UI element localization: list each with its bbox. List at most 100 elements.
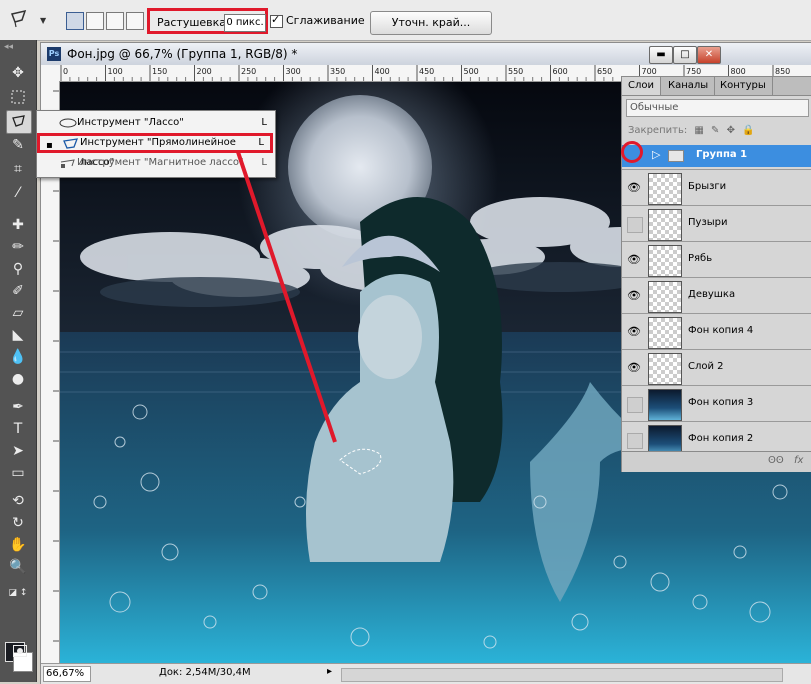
layer-row[interactable]: 👁 Рябь [622,241,811,278]
layer-thumbnail [648,173,682,205]
hand-tool-icon[interactable]: ✋ [6,534,30,556]
layer-name: Фон копия 2 [688,433,754,444]
3d-rotate-icon[interactable]: ⟲ [6,490,30,512]
eye-icon[interactable]: 👁 [625,180,643,196]
minimize-button[interactable]: ▬ [649,46,673,64]
healing-brush-icon[interactable]: ✚ [6,214,30,236]
layer-name: Пузыри [688,217,728,228]
paint-bucket-icon[interactable]: ◣ [6,324,30,346]
eye-icon[interactable]: 👁 [625,288,643,304]
lasso-tool-icon[interactable] [6,110,32,134]
feather-control: Растушевка: 0 пикс. [147,8,268,34]
feather-input[interactable]: 0 пикс. [224,14,266,32]
eye-hidden-box[interactable] [627,433,643,449]
quick-mask-icon[interactable] [8,640,32,662]
quick-selection-icon[interactable]: ✎ [6,134,30,156]
eye-icon[interactable]: 👁 [625,252,643,268]
shape-tool-icon[interactable]: ▭ [6,462,30,484]
ruler-tick-label: 300 [286,67,301,76]
tab-paths[interactable]: Контуры [714,77,773,95]
document-titlebar[interactable]: Ps Фон.jpg @ 66,7% (Группа 1, RGB/8) * ▬… [41,43,811,65]
ruler-tick-label: 700 [642,67,657,76]
new-selection-icon[interactable] [66,12,84,30]
layer-name: Девушка [688,289,736,300]
eye-icon[interactable]: 👁 [625,324,643,340]
path-selection-icon[interactable]: ➤ [6,440,30,462]
history-brush-icon[interactable]: ✐ [6,280,30,302]
ruler-tick-label: 0 [63,67,68,76]
expand-triangle-icon[interactable]: ▷ [652,148,660,161]
group-name: Группа 1 [696,149,748,160]
close-button[interactable]: ✕ [697,46,721,64]
ruler-tick-label: 150 [152,67,167,76]
clone-stamp-icon[interactable]: ⚲ [6,258,30,280]
layer-name: Фон копия 4 [688,325,754,336]
ruler-tick-label: 550 [508,67,523,76]
type-tool-icon[interactable]: T [6,418,30,440]
layer-row[interactable]: Фон копия 3 [622,385,811,422]
flyout-item-magnetic-lasso[interactable]: Инструмент "Магнитное лассо" L [37,153,273,173]
crop-tool-icon[interactable]: ⌗ [6,158,30,180]
intersect-selection-icon[interactable] [126,12,144,30]
horizontal-scrollbar[interactable] [341,668,783,682]
ruler-corner[interactable] [41,65,60,82]
polygonal-lasso-icon[interactable] [8,8,30,30]
blend-mode-select[interactable]: Обычные [626,99,809,117]
visibility-highlight-circle[interactable] [621,141,643,163]
flyout-item-polygonal-lasso[interactable]: ▪ Инструмент "Прямолинейное лассо" L [37,133,273,168]
feather-label: Растушевка: [157,16,230,29]
move-tool-icon[interactable]: ✥ [6,62,30,84]
layer-thumbnail [648,353,682,385]
layer-row[interactable]: 👁 Фон копия 4 [622,313,811,350]
eraser-icon[interactable]: ▱ [6,302,30,324]
default-colors-icon[interactable]: ◪ ↕ [6,582,30,604]
zoom-tool-icon[interactable]: 🔍 [6,556,30,578]
marquee-tool-icon[interactable] [6,86,30,108]
add-selection-icon[interactable] [86,12,104,30]
lock-transparency-icon[interactable]: ▦ [694,125,703,136]
3d-orbit-icon[interactable]: ↻ [6,512,30,534]
layer-group-row[interactable]: ▷ Группа 1 [621,141,811,167]
layer-row[interactable]: 👁 Брызги [622,169,811,206]
refine-edge-button[interactable]: Уточн. край... [370,11,492,35]
lock-position-icon[interactable]: ✥ [727,125,735,136]
toolbox-grip[interactable]: ◂◂ [4,42,13,52]
eye-icon[interactable]: 👁 [625,360,643,376]
ruler-tick-label: 850 [775,67,790,76]
eye-hidden-box[interactable] [627,217,643,233]
checkbox-icon[interactable] [270,13,283,28]
dodge-tool-icon[interactable]: ● [6,368,30,390]
layer-row[interactable]: 👁 Слой 2 [622,349,811,386]
document-title: Фон.jpg @ 66,7% (Группа 1, RGB/8) * [67,47,298,61]
brush-tool-icon[interactable]: ✏ [6,236,30,258]
ruler-tick-label: 250 [241,67,256,76]
lock-all-icon[interactable]: 🔒 [742,125,754,136]
layer-row[interactable]: Пузыри [622,205,811,242]
layer-thumbnail [648,209,682,241]
link-layers-icon[interactable]: ʘʘ [768,455,784,466]
pen-tool-icon[interactable]: ✒ [6,396,30,418]
ruler-tick-label: 400 [375,67,390,76]
flyout-item-lasso[interactable]: Инструмент "Лассо" L [37,113,273,133]
eye-hidden-box[interactable] [627,397,643,413]
ruler-tick-label: 200 [197,67,212,76]
tool-preset-dropdown-icon[interactable]: ▼ [40,16,46,25]
ruler-tick-label: 800 [731,67,746,76]
lock-paint-icon[interactable]: ✎ [711,125,719,136]
maximize-button[interactable]: □ [673,46,697,64]
ruler-tick-label: 100 [108,67,123,76]
status-menu-arrow-icon[interactable]: ▸ [327,666,332,677]
layer-row[interactable]: 👁 Девушка [622,277,811,314]
subtract-selection-icon[interactable] [106,12,124,30]
tab-channels[interactable]: Каналы [662,77,716,95]
zoom-level-field[interactable]: 66,67% [43,666,91,682]
eyedropper-icon[interactable]: ⁄ [6,182,30,204]
layer-name: Рябь [688,253,713,264]
fx-icon[interactable]: fx [794,455,803,466]
folder-icon [668,150,684,162]
antialias-checkbox[interactable]: Сглаживание [270,13,365,28]
panel-tabs: Слои Каналы Контуры [622,77,811,96]
layer-thumbnail [648,245,682,277]
tab-layers[interactable]: Слои [622,77,661,95]
blur-tool-icon[interactable]: 💧 [6,346,30,368]
